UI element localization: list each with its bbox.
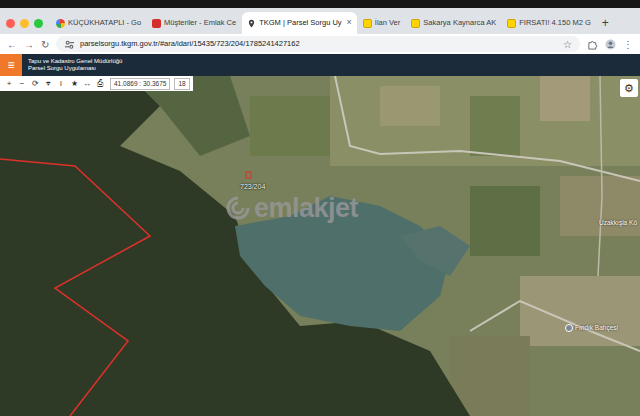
profile-avatar-icon xyxy=(605,39,616,50)
google-favicon-icon xyxy=(56,19,65,28)
zoom-in-button[interactable]: + xyxy=(3,78,15,90)
close-window-icon[interactable] xyxy=(6,19,15,28)
sahibinden-favicon-icon xyxy=(363,19,372,28)
place-pin-icon xyxy=(565,324,573,332)
refresh-button[interactable]: ⟳ xyxy=(29,78,41,90)
browser-window: KÜÇÜKHATAPLI - Go Müşteriler - Emlak Ce TK… xyxy=(0,0,640,416)
browser-menu-button[interactable]: ⋮ xyxy=(623,37,633,52)
forward-button[interactable]: → xyxy=(24,37,34,52)
tab-label: TKGM | Parsel Sorgu Uy xyxy=(259,17,341,28)
tab-label: Müşteriler - Emlak Ce xyxy=(164,17,236,28)
address-row: ← → ↻ parselsorgu.tkgm.gov.tr/#ara/idari/15… xyxy=(0,34,640,54)
emlakjet-logo-icon xyxy=(226,196,250,220)
zoom-level-field[interactable]: 18 xyxy=(174,78,189,90)
tab-label: KÜÇÜKHATAPLI - Go xyxy=(68,17,141,28)
map-toolbar: +−⟳⌖i★↔⎙ 41.0869 : 30.3675 18 xyxy=(0,76,193,91)
parcel-label[interactable]: 723/204 xyxy=(240,182,265,193)
browser-tab[interactable]: Sakarya Kaynarca AK xyxy=(406,12,501,34)
window-edge xyxy=(0,0,640,8)
print-button[interactable]: ⎙ xyxy=(94,78,106,90)
window-controls xyxy=(3,12,50,34)
satellite-map-icon xyxy=(0,76,640,416)
coordinates-field[interactable]: 41.0869 : 30.3675 xyxy=(110,78,170,90)
app-title: Parsel Sorgu Uygulaması xyxy=(28,65,122,73)
tab-label: FIRSATI! 4.150 M2 G xyxy=(519,17,591,28)
location-pin-icon xyxy=(247,19,256,28)
extensions-puzzle-icon xyxy=(587,39,598,50)
watermark-text: emlakjet xyxy=(254,188,358,229)
site-info-icon xyxy=(64,39,75,50)
watermark: emlakjet xyxy=(226,188,358,229)
reload-button[interactable]: ↻ xyxy=(41,37,49,52)
browser-tab[interactable]: TKGM | Parsel Sorgu Uy × xyxy=(242,12,357,34)
tab-strip: KÜÇÜKHATAPLI - Go Müşteriler - Emlak Ce TK… xyxy=(0,8,640,34)
sahibinden-favicon-icon xyxy=(507,19,516,28)
info-button[interactable]: i xyxy=(55,78,67,90)
close-tab-icon[interactable]: × xyxy=(347,16,352,30)
organization-name: Tapu ve Kadastro Genel Müdürlüğü xyxy=(28,58,122,66)
locate-button[interactable]: ⌖ xyxy=(42,78,54,90)
new-tab-button[interactable]: + xyxy=(597,12,614,34)
address-bar[interactable]: parselsorgu.tkgm.gov.tr/#ara/idari/15435… xyxy=(56,36,580,52)
emlakcepte-favicon-icon xyxy=(152,19,161,28)
measure-button[interactable]: ↔ xyxy=(81,78,93,90)
bookmark-star-icon[interactable]: ☆ xyxy=(563,37,572,52)
zoom-window-icon[interactable] xyxy=(34,19,43,28)
place-name: Uzakkışla Kö xyxy=(599,218,637,228)
zoom-out-button[interactable]: − xyxy=(16,78,28,90)
url-text[interactable]: parselsorgu.tkgm.gov.tr/#ara/idari/15435… xyxy=(80,38,558,49)
minimize-window-icon[interactable] xyxy=(20,19,29,28)
map-place-label[interactable]: Uzakkışla Kö xyxy=(599,218,637,228)
app-title-block: Tapu ve Kadastro Genel MüdürlüğüParsel S… xyxy=(22,54,128,76)
map[interactable]: +−⟳⌖i★↔⎙ 41.0869 : 30.3675 18 ⚙ emlakjet723/… xyxy=(0,76,640,416)
browser-tab[interactable]: İlan Ver xyxy=(358,12,405,34)
menu-button[interactable]: ≡ xyxy=(0,54,22,76)
browser-tab[interactable]: KÜÇÜKHATAPLI - Go xyxy=(51,12,146,34)
settings-gear-icon[interactable]: ⚙ xyxy=(620,79,638,97)
back-button[interactable]: ← xyxy=(7,37,17,52)
tab-label: Sakarya Kaynarca AK xyxy=(423,17,496,28)
sahibinden-favicon-icon xyxy=(411,19,420,28)
map-place-label[interactable]: Fındık Bahçesi xyxy=(565,323,618,333)
app-header: ≡Tapu ve Kadastro Genel MüdürlüğüParsel … xyxy=(0,54,640,76)
tab-label: İlan Ver xyxy=(375,17,400,28)
favorite-button[interactable]: ★ xyxy=(68,78,80,90)
place-name: Fındık Bahçesi xyxy=(575,323,618,333)
browser-tab[interactable]: Müşteriler - Emlak Ce xyxy=(147,12,241,34)
browser-tab[interactable]: FIRSATI! 4.150 M2 G xyxy=(502,12,596,34)
